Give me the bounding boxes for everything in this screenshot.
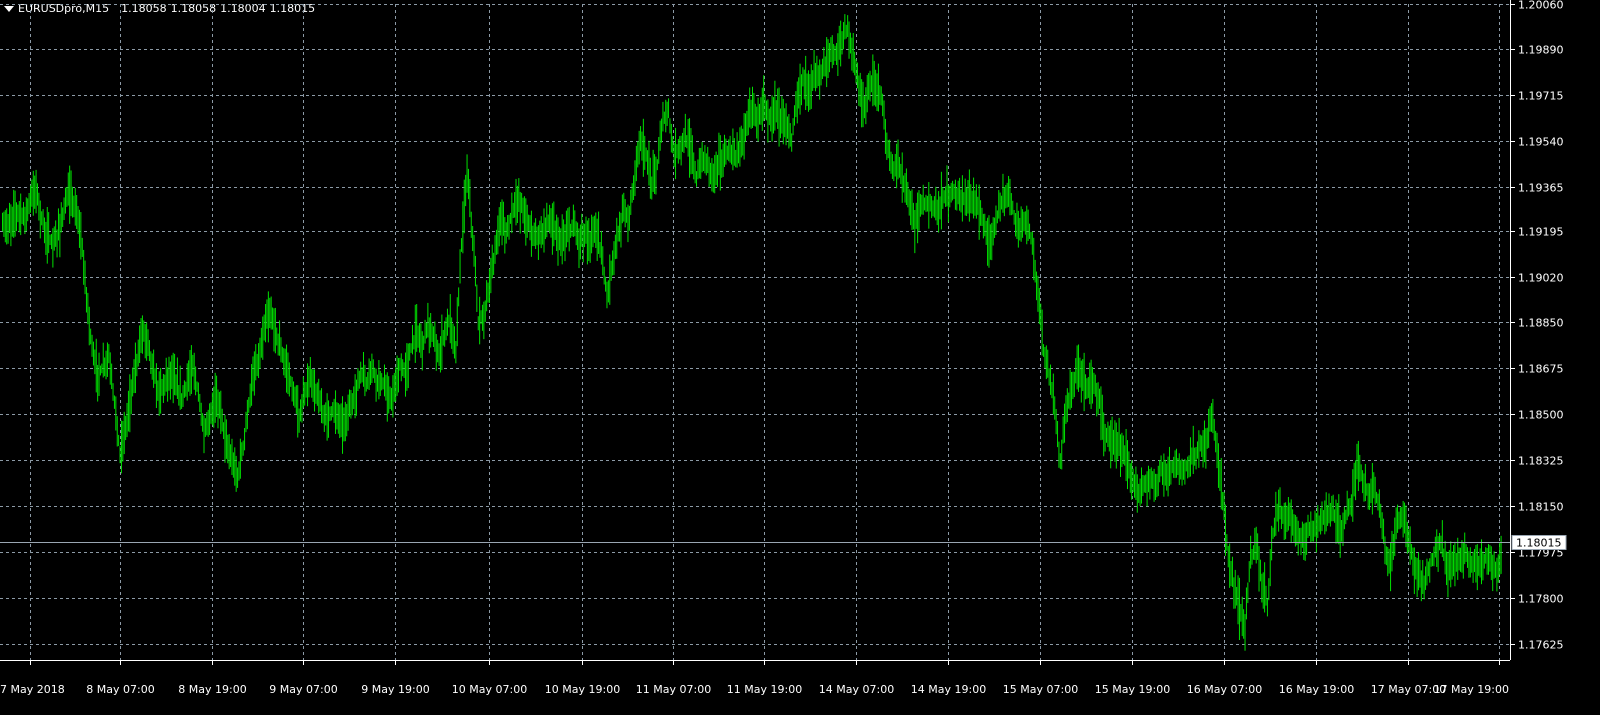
x-tick-label: 11 May 07:00: [636, 683, 711, 696]
x-tick-label: 16 May 07:00: [1187, 683, 1262, 696]
x-tick-label: 16 May 19:00: [1279, 683, 1354, 696]
y-tick-label: 1.18150: [1518, 501, 1564, 514]
x-tick-label: 11 May 19:00: [727, 683, 802, 696]
y-tick-label: 1.19540: [1518, 136, 1564, 149]
y-tick-label: 1.17625: [1518, 639, 1564, 652]
y-tick-label: 1.18675: [1518, 363, 1564, 376]
x-tick-label: 14 May 07:00: [819, 683, 894, 696]
y-tick-label: 1.20060: [1518, 0, 1564, 12]
x-tick-label: 9 May 19:00: [361, 683, 429, 696]
x-tick-label: 10 May 19:00: [545, 683, 620, 696]
x-tick-label: 14 May 19:00: [911, 683, 986, 696]
x-tick-label: 10 May 07:00: [452, 683, 527, 696]
price-chart[interactable]: 1.20060 1.19890 1.19715 1.19540 1.19365 1.191…: [0, 0, 1600, 715]
y-tick-label: 1.19020: [1518, 272, 1564, 285]
current-price-label: 1.18015: [1516, 537, 1562, 550]
x-tick-label: 7 May 2018: [0, 683, 65, 696]
y-tick-label: 1.19365: [1518, 182, 1564, 195]
y-tick-label: 1.19195: [1518, 226, 1564, 239]
y-tick-label: 1.19715: [1518, 90, 1564, 103]
x-tick-label: 8 May 07:00: [86, 683, 154, 696]
chart-window: EURUSDpro,M15 1.18058 1.18058 1.18004 1.…: [0, 0, 1600, 715]
x-tick-label: 9 May 07:00: [269, 683, 337, 696]
y-tick-label: 1.18850: [1518, 317, 1564, 330]
y-tick-label: 1.17800: [1518, 593, 1564, 606]
x-tick-label: 8 May 19:00: [178, 683, 246, 696]
y-tick-label: 1.18325: [1518, 455, 1564, 468]
x-tick-label: 17 May 19:00: [1434, 683, 1509, 696]
y-tick-label: 1.18500: [1518, 409, 1564, 422]
x-tick-label: 15 May 07:00: [1003, 683, 1078, 696]
price-series: [2, 14, 1502, 651]
x-tick-label: 15 May 19:00: [1095, 683, 1170, 696]
y-tick-label: 1.19890: [1518, 44, 1564, 57]
